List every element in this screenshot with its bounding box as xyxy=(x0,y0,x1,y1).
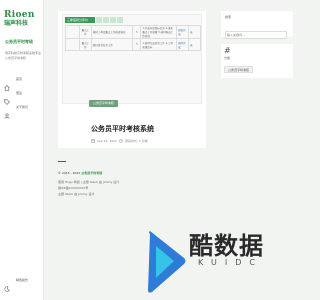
footer-divider xyxy=(58,161,66,162)
footer-copyright: © 2015 - 2022 公务员平时考核 xyxy=(58,170,208,176)
watermark-text-cn: 酷数据 xyxy=(189,232,264,260)
calendar-icon xyxy=(91,139,95,143)
cover-header-tab xyxy=(110,17,116,23)
table-cell: 1.完成年度目标任务 2.落实重点工作部署 3.按时报送工作情况 xyxy=(140,25,178,39)
copyright-years: © 2015 - 2022 xyxy=(58,171,81,175)
table-cell xyxy=(65,25,80,39)
search-label: 搜索 xyxy=(225,15,232,19)
table-row: 重点工作 做好日常业务工作 5 1.按时完成日常工作 2.工作质量达标 按时完成… xyxy=(65,38,201,51)
article-date: Sep 25, 2022 xyxy=(97,139,117,143)
left-sidebar: Rioen 瑞声科技 公务员平时考核 瑞声科技平时考核系统专注公务员平时考核 首… xyxy=(0,0,44,300)
dark-mode-label: 暗色模式 xyxy=(16,278,29,282)
article-meta: Sep 25, 2022 阅读时长: 1 分钟 xyxy=(91,139,148,143)
cover-header-title: 三季度积分评价 xyxy=(65,17,95,23)
table-cell: 重点工作 xyxy=(78,38,92,51)
article-cover-image[interactable]: 三季度积分评价 重点工作 做好三季度重点工作推进落实 5 1.完成年度目标任务 … xyxy=(62,14,202,104)
article-read-time: 阅读时长: 1 分钟 xyxy=(124,139,148,143)
dark-mode-toggle[interactable]: 暗色模式 xyxy=(4,277,29,292)
site-logo[interactable]: Rioen 瑞声科技 xyxy=(4,10,40,32)
logo-text-cn: 瑞声科技 xyxy=(4,20,29,27)
table-cell: 无 xyxy=(188,38,201,51)
footer-line: 主题 Stack 由 Jimmy 设计 xyxy=(58,192,95,196)
search-widget: 搜索 xyxy=(221,11,293,39)
cover-table: 重点工作 做好三季度重点工作推进落实 5 1.完成年度目标任务 2.落实重点工作… xyxy=(65,25,201,51)
article-card[interactable]: 三季度积分评价 重点工作 做好三季度重点工作推进落实 5 1.完成年度目标任务 … xyxy=(58,11,206,148)
cover-header-tab xyxy=(117,17,123,23)
home-icon xyxy=(4,76,10,91)
copyright-site-name[interactable]: 公务员平时考核 xyxy=(81,171,102,175)
site-footer: © 2015 - 2022 公务员平时考核 使用 Hugo 构建 | 主题 St… xyxy=(58,161,208,197)
moon-icon xyxy=(4,277,10,292)
nav-item-about[interactable]: 关于我们 xyxy=(4,103,29,119)
article-title[interactable]: 公务员平时考核系统 xyxy=(91,124,154,134)
table-cell: 无 xyxy=(188,25,201,39)
table-cell: 按时完成 xyxy=(176,38,189,51)
category-tag-item[interactable]: 公务员平时考核 xyxy=(224,66,254,73)
table-cell: 做好日常业务工作 xyxy=(90,38,134,51)
watermark-text-en: KUIDC xyxy=(198,258,263,267)
nav-item-tags[interactable]: 便签 xyxy=(4,89,23,105)
watermark-logo: 酷数据 KUIDC xyxy=(142,226,300,300)
table-cell xyxy=(65,38,80,51)
table-cell: 5 xyxy=(132,25,142,39)
table-cell: 重点工作 xyxy=(78,25,92,39)
user-icon xyxy=(4,104,10,119)
cover-header: 三季度积分评价 xyxy=(65,17,123,23)
table-cell: 提前完成 xyxy=(176,25,189,39)
article-category-tag[interactable]: 公务员平时考核 xyxy=(89,100,119,107)
tag-icon xyxy=(4,90,10,105)
table-cell: 做好三季度重点工作推进落实 xyxy=(90,25,134,39)
logo-text-en: Rioen xyxy=(4,10,35,20)
table-cell: 1.按时完成日常工作 2.工作质量达标 xyxy=(140,38,178,51)
categories-label: 分类 xyxy=(224,56,231,60)
table-cell: 5 xyxy=(132,38,142,51)
cover-header-tab xyxy=(103,17,109,23)
site-description: 瑞声科技平时考核系统专注公务员平时考核 xyxy=(5,51,42,60)
clock-icon xyxy=(119,139,123,143)
site-title[interactable]: 公务员平时考核 xyxy=(5,39,33,45)
table-row: 重点工作 做好三季度重点工作推进落实 5 1.完成年度目标任务 2.落实重点工作… xyxy=(65,25,201,39)
nav-label-home: 首页 xyxy=(16,77,23,81)
search-input[interactable] xyxy=(225,31,287,39)
nav-label-about: 关于我们 xyxy=(16,105,29,109)
hash-icon: # xyxy=(224,46,231,55)
nav-item-home[interactable]: 首页 xyxy=(4,75,23,91)
nav-label-tags: 便签 xyxy=(16,91,23,95)
categories-widget: # 分类 公务员平时考核 xyxy=(221,44,293,78)
play-icon xyxy=(148,231,186,293)
cover-header-tab xyxy=(96,17,102,23)
